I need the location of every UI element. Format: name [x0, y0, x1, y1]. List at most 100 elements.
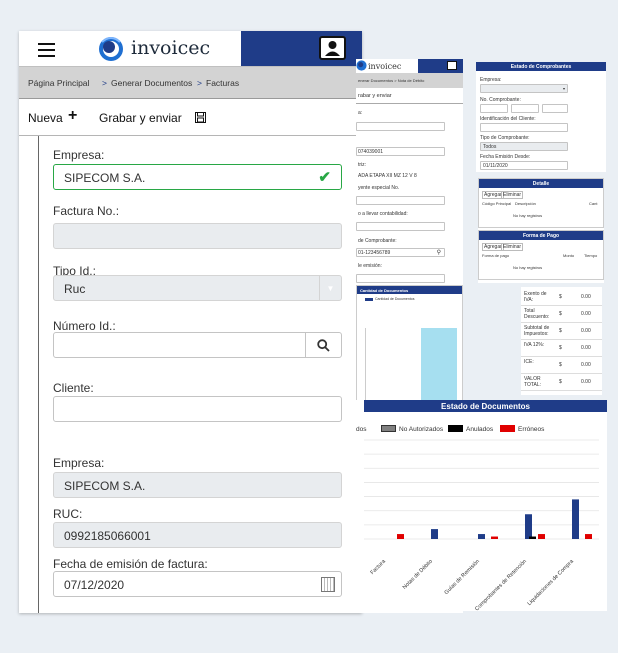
p2-comprobante-label: de Comprobante: [358, 238, 397, 244]
legend-swatch-erroneos [500, 425, 515, 432]
totals-row: IVA 12%: $0.00 [521, 340, 602, 357]
p2-contabilidad-field[interactable] [356, 222, 445, 231]
chart-title: Estado de Documentos [364, 400, 607, 412]
p2-emision-label: le emisión: [358, 263, 382, 269]
totals-currency: $ [559, 311, 562, 317]
detalle-section: Detalle Agregar Eliminar Código Principa… [478, 178, 604, 228]
detalle-title: Detalle [479, 179, 603, 188]
bar-dos [431, 529, 438, 539]
detalle-col-1: Código Principal [482, 201, 512, 206]
p3-empresa-label: Empresa: [480, 77, 502, 83]
totals-currency: $ [559, 379, 562, 385]
p2-ruc-value: 074039001 [358, 149, 384, 155]
p2-search-icon[interactable]: ⚲ [437, 249, 441, 256]
p2-breadcrumb: enerar Documentos > Nota de Débito [356, 73, 463, 88]
p2-contribuyente-field[interactable] [356, 196, 445, 205]
invoice-form-panel: invoicec Página Principal > Generar Docu… [19, 31, 362, 613]
empresa-label: Empresa: [53, 148, 105, 162]
p3-nocomp-3[interactable] [542, 104, 568, 113]
legend-swatch-no-autorizados [381, 425, 396, 432]
p3-tipo-select[interactable]: Todos [480, 142, 568, 151]
p3-ident-input[interactable] [480, 123, 568, 132]
legend-label-anulados: Anulados [466, 426, 494, 433]
totals-value: 0.00 [581, 345, 591, 351]
factura-label: Factura No.: [53, 204, 120, 218]
p3-empresa-select[interactable]: ▾ [480, 84, 568, 93]
totals-label: ICE: [524, 359, 534, 365]
detail-payment-panel: Detalle Agregar Eliminar Código Principa… [478, 178, 604, 283]
cliente-input[interactable] [53, 396, 342, 422]
breadcrumb-home[interactable]: Página Principal [28, 78, 89, 88]
totals-row: Subtotal de Impuestos: $0.00 [521, 323, 602, 340]
documents-count-chart: Cantidad de Documentos Cantidad de Docum… [356, 285, 463, 416]
voucher-status-panel: Estado de Comprobantes Empresa: ▾ No. Co… [476, 62, 606, 172]
floppy-disk-icon[interactable] [195, 112, 206, 123]
p2-user-icon[interactable] [447, 61, 457, 70]
p2-logo-icon [356, 60, 367, 71]
status-bar-chart: Factura Notas de Débito Guías de RemisiónC… [364, 439, 599, 611]
totals-row: Total Descuento: $0.00 [521, 306, 602, 323]
legend-label-erroneos: Erróneos [518, 426, 545, 433]
p3-nocomp-label: No. Comprobante: [480, 97, 521, 103]
numero-id-input[interactable] [53, 332, 342, 358]
search-button[interactable] [305, 333, 341, 357]
app-logo-text: invoicec [131, 37, 211, 59]
totals-currency: $ [559, 328, 562, 334]
p3-fecha-input[interactable]: 01/11/2020 [480, 161, 568, 170]
p2-toolbar: rabar y enviar [356, 88, 463, 104]
breadcrumb-section[interactable]: Generar Documentos [111, 78, 192, 88]
fecha-value: 07/12/2020 [64, 578, 125, 592]
user-account-button[interactable] [319, 36, 346, 60]
cliente-label: Cliente: [53, 381, 94, 395]
totals-currency: $ [559, 362, 562, 368]
p2-contabilidad-label: o a llevar contabilidad: [358, 211, 408, 217]
p3-nocomp-1[interactable] [480, 104, 508, 113]
totals-value: 0.00 [581, 311, 591, 317]
pago-col-3: Tiempo [584, 253, 598, 258]
p2-breadcrumb-text: enerar Documentos > Nota de Débito [358, 78, 425, 83]
bar-erróneos [397, 534, 404, 539]
p2-matriz-label: triz: [358, 162, 367, 168]
p2-comprobante-field[interactable]: 01-123456789 ⚲ [356, 248, 445, 257]
p2-chart-y-axis [365, 328, 366, 403]
x-tick-label: Comprobantes de Retención [474, 559, 528, 611]
breadcrumb-page: Facturas [206, 78, 240, 88]
breadcrumb-sep: > [102, 78, 107, 88]
p2-comprobante-value: 01-123456789 [358, 250, 391, 256]
p3-nocomp-2[interactable] [511, 104, 539, 113]
bar-dos [478, 534, 485, 539]
invoicec-logo-icon [99, 37, 123, 61]
p2-save-send-button[interactable]: rabar y enviar [358, 93, 392, 99]
legend-swatch-anulados [448, 425, 463, 432]
hamburger-menu-icon[interactable] [38, 43, 55, 57]
x-tick-label: Notas de Débito [402, 559, 434, 591]
save-send-button[interactable]: Grabar y enviar [99, 111, 182, 125]
totals-row: VALOR TOTAL: $0.00 [521, 374, 602, 391]
totals-row: Exento de IVA: $0.00 [521, 289, 602, 306]
p3-ident-label: Identificación del Cliente: [480, 116, 536, 122]
chevron-down-icon: ▼ [319, 276, 341, 300]
p2-chart-title: Cantidad de Documentos [357, 286, 462, 294]
detalle-delete-button[interactable]: Eliminar [501, 191, 524, 199]
legend-label-dos: dos [356, 426, 367, 433]
calendar-icon[interactable] [321, 577, 335, 592]
empresa2-label: Empresa: [53, 456, 105, 470]
p2-direccion-value: ADA ETAPA XII MZ 12 V 8 [358, 173, 417, 179]
pago-col-1: Forma de pago [482, 253, 510, 258]
fecha-input[interactable]: 07/12/2020 [53, 571, 342, 597]
forma-pago-title: Forma de Pago [479, 231, 603, 240]
pago-col-2: Monto [563, 253, 575, 258]
empresa2-value: SIPECOM S.A. [64, 479, 146, 493]
p2-emision-field[interactable] [356, 274, 445, 283]
bar-anulados [529, 536, 536, 539]
empresa-field[interactable]: SIPECOM S.A. ✔ [53, 164, 342, 190]
breadcrumb-sep-2: > [197, 78, 202, 88]
new-button[interactable]: Nueva [28, 111, 63, 125]
tipo-id-select[interactable]: Ruc ▼ [53, 275, 342, 301]
detalle-col-2: Descripción [515, 201, 536, 206]
empresa-value: SIPECOM S.A. [64, 171, 146, 185]
p2-select-1[interactable] [356, 122, 445, 131]
pago-delete-button[interactable]: Eliminar [501, 243, 524, 251]
p3-title: Estado de Comprobantes [476, 62, 606, 71]
plus-icon[interactable]: + [68, 107, 77, 125]
